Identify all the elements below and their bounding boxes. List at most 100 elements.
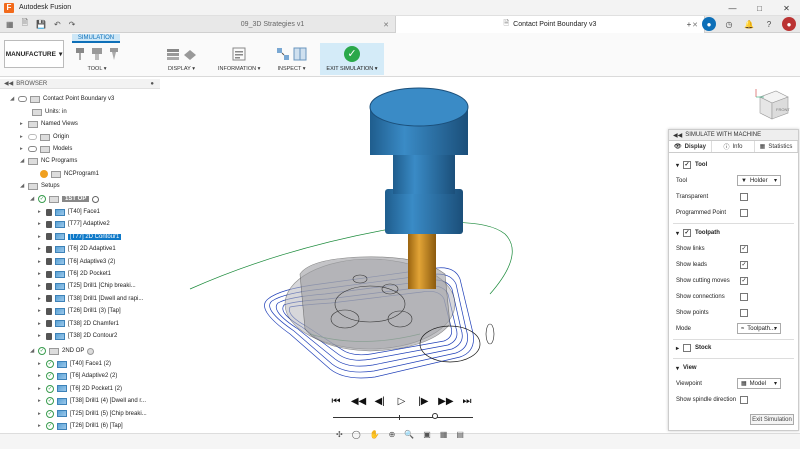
visibility-icon[interactable] [28, 146, 37, 152]
chevron-right-icon[interactable]: ▸ [38, 308, 46, 314]
operation-item[interactable]: ▸ [T6] Adaptive3 (2) [38, 256, 115, 268]
section-analysis-icon[interactable] [293, 47, 307, 61]
skip-to-end-icon[interactable]: ⏭ [460, 396, 474, 407]
show-leads-checkbox[interactable]: ✓ [740, 261, 748, 269]
next-operation-icon[interactable]: ▶▶ [438, 396, 453, 407]
operation-item[interactable]: ▸ [T38] 2D Contour2 [38, 330, 117, 342]
viewpoint-dropdown[interactable]: ▦ Model ▾ [737, 378, 781, 389]
chevron-right-icon[interactable]: ▸ [20, 121, 28, 127]
display-settings-icon[interactable]: ▣ [423, 430, 431, 439]
operation-item[interactable]: ▸ ✓ [T40] Face1 (2) [38, 358, 111, 370]
operation-item[interactable]: ▸ [T77] 2D Contour1 [38, 231, 122, 243]
tree-nc-program1[interactable]: NCProgram1 [40, 168, 99, 180]
visibility-icon[interactable] [18, 96, 27, 102]
operation-item[interactable]: ▸ [T26] Drill1 (3) [Tap] [38, 305, 121, 317]
tree-units[interactable]: Units: in [32, 106, 67, 118]
tool-icon[interactable] [73, 47, 87, 61]
operation-item[interactable]: ▸ ✓ [T25] Drill1 (5) [Chip breaki... [38, 408, 147, 420]
chevron-right-icon[interactable]: ▸ [38, 398, 46, 404]
tree-nc-programs[interactable]: ◢ NC Programs [20, 155, 77, 167]
step-forward-icon[interactable]: |▶ [416, 396, 430, 407]
mode-dropdown[interactable]: ≈ Toolpath... ▾ [737, 323, 781, 334]
programmed-point-checkbox[interactable] [740, 209, 748, 217]
extensions-icon[interactable]: ● [702, 17, 716, 31]
chevron-right-icon[interactable]: ▸ [20, 146, 28, 152]
save-icon[interactable]: 💾 [36, 20, 46, 29]
view-section-header[interactable]: ▾ View [669, 361, 798, 375]
tab-statistics[interactable]: ▦ Statistics [755, 141, 798, 152]
viewports-icon[interactable]: ▤ [456, 430, 464, 439]
chevron-right-icon[interactable]: ▸ [38, 361, 46, 367]
chevron-right-icon[interactable]: ▸ [38, 333, 46, 339]
grid-settings-icon[interactable]: ▦ [440, 430, 448, 439]
tree-origin[interactable]: ▸ Origin [20, 131, 69, 143]
chevron-right-icon[interactable]: ▸ [38, 234, 46, 240]
operation-item[interactable]: ▸ ✓ [T26] Drill1 (6) [Tap] [38, 420, 123, 432]
exit-simulation-group[interactable]: ✓ EXIT SIMULATION ▾ [320, 43, 384, 75]
show-links-checkbox[interactable]: ✓ [740, 245, 748, 253]
transparent-checkbox[interactable] [740, 193, 748, 201]
operation-item[interactable]: ▸ ✓ [T6] 2D Pocket1 (2) [38, 383, 122, 395]
tab-contact-point-boundary[interactable]: 🗎 Contact Point Boundary v3 ✕ [395, 16, 705, 33]
operation-item[interactable]: ▸ [T6] 2D Pocket1 [38, 268, 111, 280]
tool-dropdown[interactable]: ▼ Holder ▾ [737, 175, 781, 186]
step-back-icon[interactable]: ◀| [373, 396, 387, 407]
chevron-right-icon[interactable]: ▸ [38, 411, 46, 417]
redo-icon[interactable]: ↷ [69, 20, 76, 29]
checkmark-icon[interactable]: ✓ [344, 46, 360, 62]
notifications-icon[interactable]: 🔔 [742, 17, 756, 31]
operation-item[interactable]: ▸ [T25] Drill1 [Chip breaki... [38, 280, 136, 292]
fit-icon[interactable]: 🔍 [404, 430, 414, 439]
new-tab-icon[interactable]: + [682, 17, 696, 31]
file-icon[interactable]: 🗎 [22, 17, 28, 31]
operation-item[interactable]: ▸ [T38] Drill1 [Dwell and rapi... [38, 293, 143, 305]
stock-section-header[interactable]: ▸ Stock [669, 341, 798, 355]
help-icon[interactable]: ? [762, 17, 776, 31]
toolpath-section-header[interactable]: ▾ ✓ Toolpath [669, 226, 798, 240]
collapse-icon[interactable]: ◀◀ [673, 132, 682, 139]
operation-item[interactable]: ▸ ✓ [T38] Drill1 (4) [Dwell and r... [38, 395, 146, 407]
operation-item[interactable]: ▸ [T6] 2D Adaptive1 [38, 243, 116, 255]
show-spindle-checkbox[interactable] [740, 396, 748, 404]
tree-models[interactable]: ▸ Models [20, 143, 72, 155]
tree-named-views[interactable]: ▸ Named Views [20, 118, 78, 130]
clock-icon[interactable]: ◷ [722, 17, 736, 31]
chevron-down-icon[interactable]: ◢ [10, 96, 18, 102]
chevron-right-icon[interactable]: ▸ [38, 423, 46, 429]
chevron-right-icon[interactable]: ▸ [38, 221, 46, 227]
pin-icon[interactable]: ● [150, 81, 154, 87]
workspace-switcher[interactable]: MANUFACTURE ▾ [4, 40, 64, 68]
chevron-right-icon[interactable]: ▸ [38, 373, 46, 379]
close-icon[interactable]: ✕ [773, 0, 800, 16]
previous-operation-icon[interactable]: ◀◀ [351, 396, 366, 407]
tab-simulation[interactable]: SIMULATION [72, 34, 120, 43]
skip-to-start-icon[interactable]: ⏮ [329, 396, 343, 407]
look-at-icon[interactable]: ◯ [352, 430, 361, 439]
chevron-right-icon[interactable]: ▸ [20, 134, 28, 140]
slider-thumb[interactable] [432, 413, 438, 419]
display-layers-icon[interactable] [166, 47, 180, 61]
chevron-down-icon[interactable]: ◢ [20, 183, 28, 189]
undo-icon[interactable]: ↶ [54, 20, 61, 29]
chevron-down-icon[interactable]: ◢ [30, 348, 38, 354]
chevron-right-icon[interactable]: ▸ [38, 386, 46, 392]
orbit-icon[interactable]: ✣ [336, 430, 343, 439]
toolpath-section-checkbox[interactable]: ✓ [683, 229, 692, 237]
maximize-icon[interactable]: □ [746, 0, 773, 16]
tab-display[interactable]: 👁 Display [669, 141, 712, 152]
tool-group[interactable]: TOOL ▾ [73, 45, 121, 72]
show-connections-checkbox[interactable] [740, 293, 748, 301]
grid-menu-icon[interactable]: ▦ [6, 20, 14, 29]
operation-item[interactable]: ▸ ✓ [T6] Adaptive2 (2) [38, 370, 117, 382]
pan-icon[interactable]: ✋ [370, 430, 380, 439]
inspect-group[interactable]: INSPECT ▾ [276, 45, 307, 72]
information-group[interactable]: INFORMATION ▾ [218, 45, 260, 72]
operation-item[interactable]: ▸ [T38] 2D Chamfer1 [38, 318, 119, 330]
drill-icon[interactable] [107, 47, 121, 61]
operation-item[interactable]: ▸ [T40] Face1 [38, 206, 100, 218]
visibility-icon[interactable] [28, 134, 37, 140]
tab-info[interactable]: ⓘ Info [712, 141, 755, 152]
show-points-checkbox[interactable] [740, 309, 748, 317]
information-icon[interactable] [232, 47, 246, 61]
playback-slider[interactable] [333, 413, 473, 421]
